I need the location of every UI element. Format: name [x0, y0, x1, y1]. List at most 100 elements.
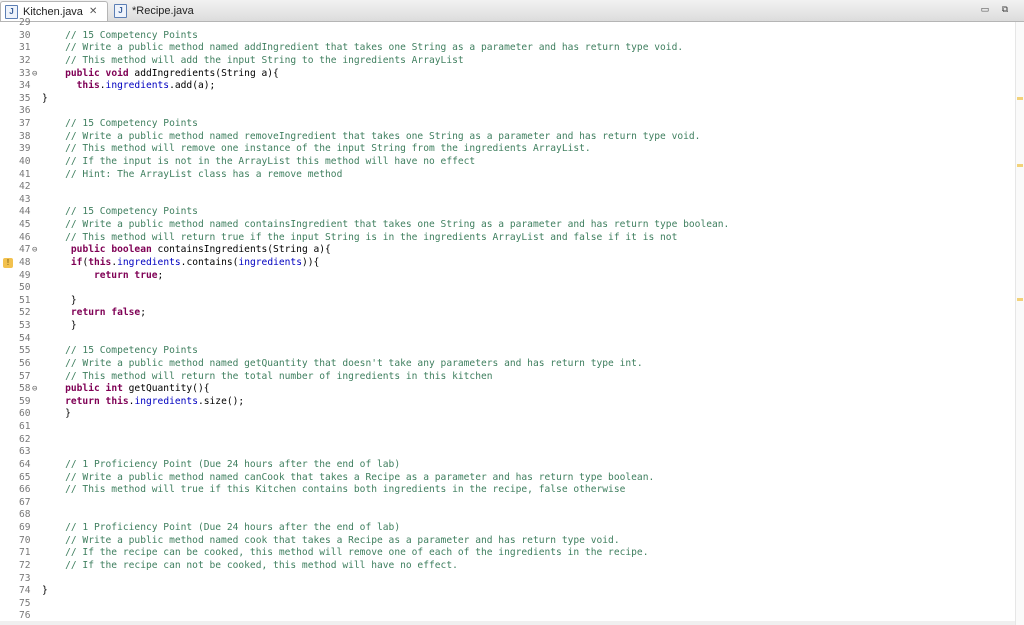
line-number: 72: [19, 559, 31, 571]
line-number: 41: [19, 168, 31, 180]
code-text: // Write a public method named canCook t…: [42, 471, 655, 483]
code-text: if(this.ingredients.contains(ingredients…: [70, 256, 320, 268]
tab-kitchen-java[interactable]: J Kitchen.java ✕: [0, 1, 108, 21]
line-number: 35: [19, 92, 31, 104]
close-tab-icon[interactable]: ✕: [89, 6, 97, 17]
line-number: 66: [19, 484, 31, 496]
code-text: // 15 Competency Points: [42, 206, 198, 218]
line-number: 50: [19, 282, 31, 294]
line-number: 57: [19, 370, 31, 382]
line-number: 34: [19, 80, 31, 92]
line-number: 39: [19, 143, 31, 155]
line-number: 60: [19, 408, 31, 420]
code-text: // Hint: The ArrayList class has a remov…: [42, 168, 343, 180]
code-text: // Write a public method named cook that…: [42, 534, 620, 546]
line-number: 48: [19, 256, 31, 268]
line-number: 71: [19, 547, 31, 559]
code-text: // 1 Proficiency Point (Due 24 hours aft…: [42, 522, 401, 533]
overview-warning-marker[interactable]: [1017, 298, 1023, 301]
editor-tab-bar: J Kitchen.java ✕ J *Recipe.java ▭ ⧉: [0, 0, 1024, 22]
line-number: 68: [19, 509, 31, 521]
code-text: // If the input is not in the ArrayList …: [42, 155, 476, 167]
code-text: this.ingredients.add(a);: [76, 80, 216, 92]
line-number: 36: [19, 105, 31, 117]
code-text: // 15 Competency Points: [42, 118, 198, 129]
code-text: }: [42, 408, 71, 420]
code-text: }: [42, 92, 48, 104]
fold-toggle-icon[interactable]: ⊖: [32, 244, 37, 257]
code-text: // This method will add the input String…: [42, 54, 464, 66]
line-number: 74: [19, 585, 31, 597]
java-file-icon: J: [5, 4, 18, 19]
tab-label: Kitchen.java: [23, 5, 83, 18]
line-number: 58: [19, 383, 31, 395]
tab-label: *Recipe.java: [132, 5, 194, 17]
warning-icon[interactable]: !: [3, 257, 13, 268]
code-text: public int getQuantity(){: [65, 383, 210, 395]
overview-warning-marker[interactable]: [1017, 164, 1023, 167]
line-number: 65: [19, 471, 31, 483]
code-text: // 1 Proficiency Point (Due 24 hours aft…: [42, 458, 401, 470]
code-text: // Write a public method named removeIng…: [42, 130, 701, 142]
line-number: 31: [19, 42, 31, 54]
code-text: }: [42, 320, 77, 331]
line-number: 53: [19, 320, 31, 331]
code-text: // If the recipe can be cooked, this met…: [42, 547, 649, 559]
line-number: 61: [19, 421, 31, 432]
line-number: 38: [19, 130, 31, 142]
line-number: 52: [19, 307, 31, 319]
code-text: return this.ingredients.size();: [65, 395, 245, 407]
line-number: 45: [19, 219, 31, 230]
line-number: 64: [19, 458, 31, 470]
code-text: // This method will true if this Kitchen…: [42, 484, 626, 496]
fold-toggle-icon[interactable]: ⊖: [32, 68, 37, 81]
code-text: public void addIngredients(String a){: [65, 67, 279, 79]
code-editor[interactable]: 29 30 // 15 Competency Points 31 // Write …: [0, 17, 1016, 625]
line-number: 33: [19, 67, 31, 79]
line-number: 29: [19, 17, 31, 28]
line-number: 49: [19, 269, 31, 281]
maximize-icon[interactable]: ⧉: [1000, 4, 1010, 14]
line-number: 70: [19, 534, 31, 546]
tab-recipe-java[interactable]: J *Recipe.java: [110, 1, 200, 21]
code-text: // Write a public method named containsI…: [42, 219, 730, 230]
line-number: 73: [19, 572, 31, 584]
code-text: return false;: [70, 307, 146, 319]
code-text: // 15 Competency Points: [42, 345, 198, 357]
code-text: // If the recipe can not be cooked, this…: [42, 559, 458, 571]
fold-toggle-icon[interactable]: ⊖: [32, 383, 37, 396]
line-number: 40: [19, 155, 31, 167]
line-number: 56: [19, 357, 31, 369]
line-number: 30: [19, 29, 31, 41]
line-number: 62: [19, 433, 31, 445]
code-text: // This method will return the total num…: [42, 370, 493, 382]
line-number: 44: [19, 206, 31, 218]
line-number: 54: [19, 332, 31, 344]
overview-warning-marker[interactable]: [1017, 97, 1023, 100]
code-text: }: [42, 294, 77, 306]
line-number: 63: [19, 446, 31, 458]
line-number: 55: [19, 345, 31, 357]
code-text: public boolean containsIngredients(Strin…: [70, 244, 331, 256]
code-text: // Write a public method named getQuanti…: [42, 357, 643, 369]
line-number: 47: [19, 244, 31, 256]
line-number: 75: [19, 597, 31, 609]
minimize-icon[interactable]: ▭: [980, 4, 990, 14]
code-text: return true;: [93, 269, 164, 281]
java-file-icon: J: [114, 4, 127, 18]
line-number: 69: [19, 522, 31, 533]
code-text: // This method will remove one instance …: [42, 143, 591, 155]
code-text: // This method will return true if the i…: [42, 231, 678, 243]
code-text: // 15 Competency Points: [42, 29, 198, 41]
line-number: 59: [19, 395, 31, 407]
horizontal-scrollbar[interactable]: [0, 621, 1016, 625]
line-number: 37: [19, 118, 31, 129]
line-number: 67: [19, 496, 31, 508]
line-number: 32: [19, 54, 31, 66]
code-text: // Write a public method named addIngred…: [42, 42, 684, 54]
line-number: 51: [19, 294, 31, 306]
line-number: 42: [19, 181, 31, 193]
code-text: }: [42, 585, 48, 597]
line-number: 46: [19, 231, 31, 243]
overview-ruler[interactable]: [1015, 22, 1024, 625]
